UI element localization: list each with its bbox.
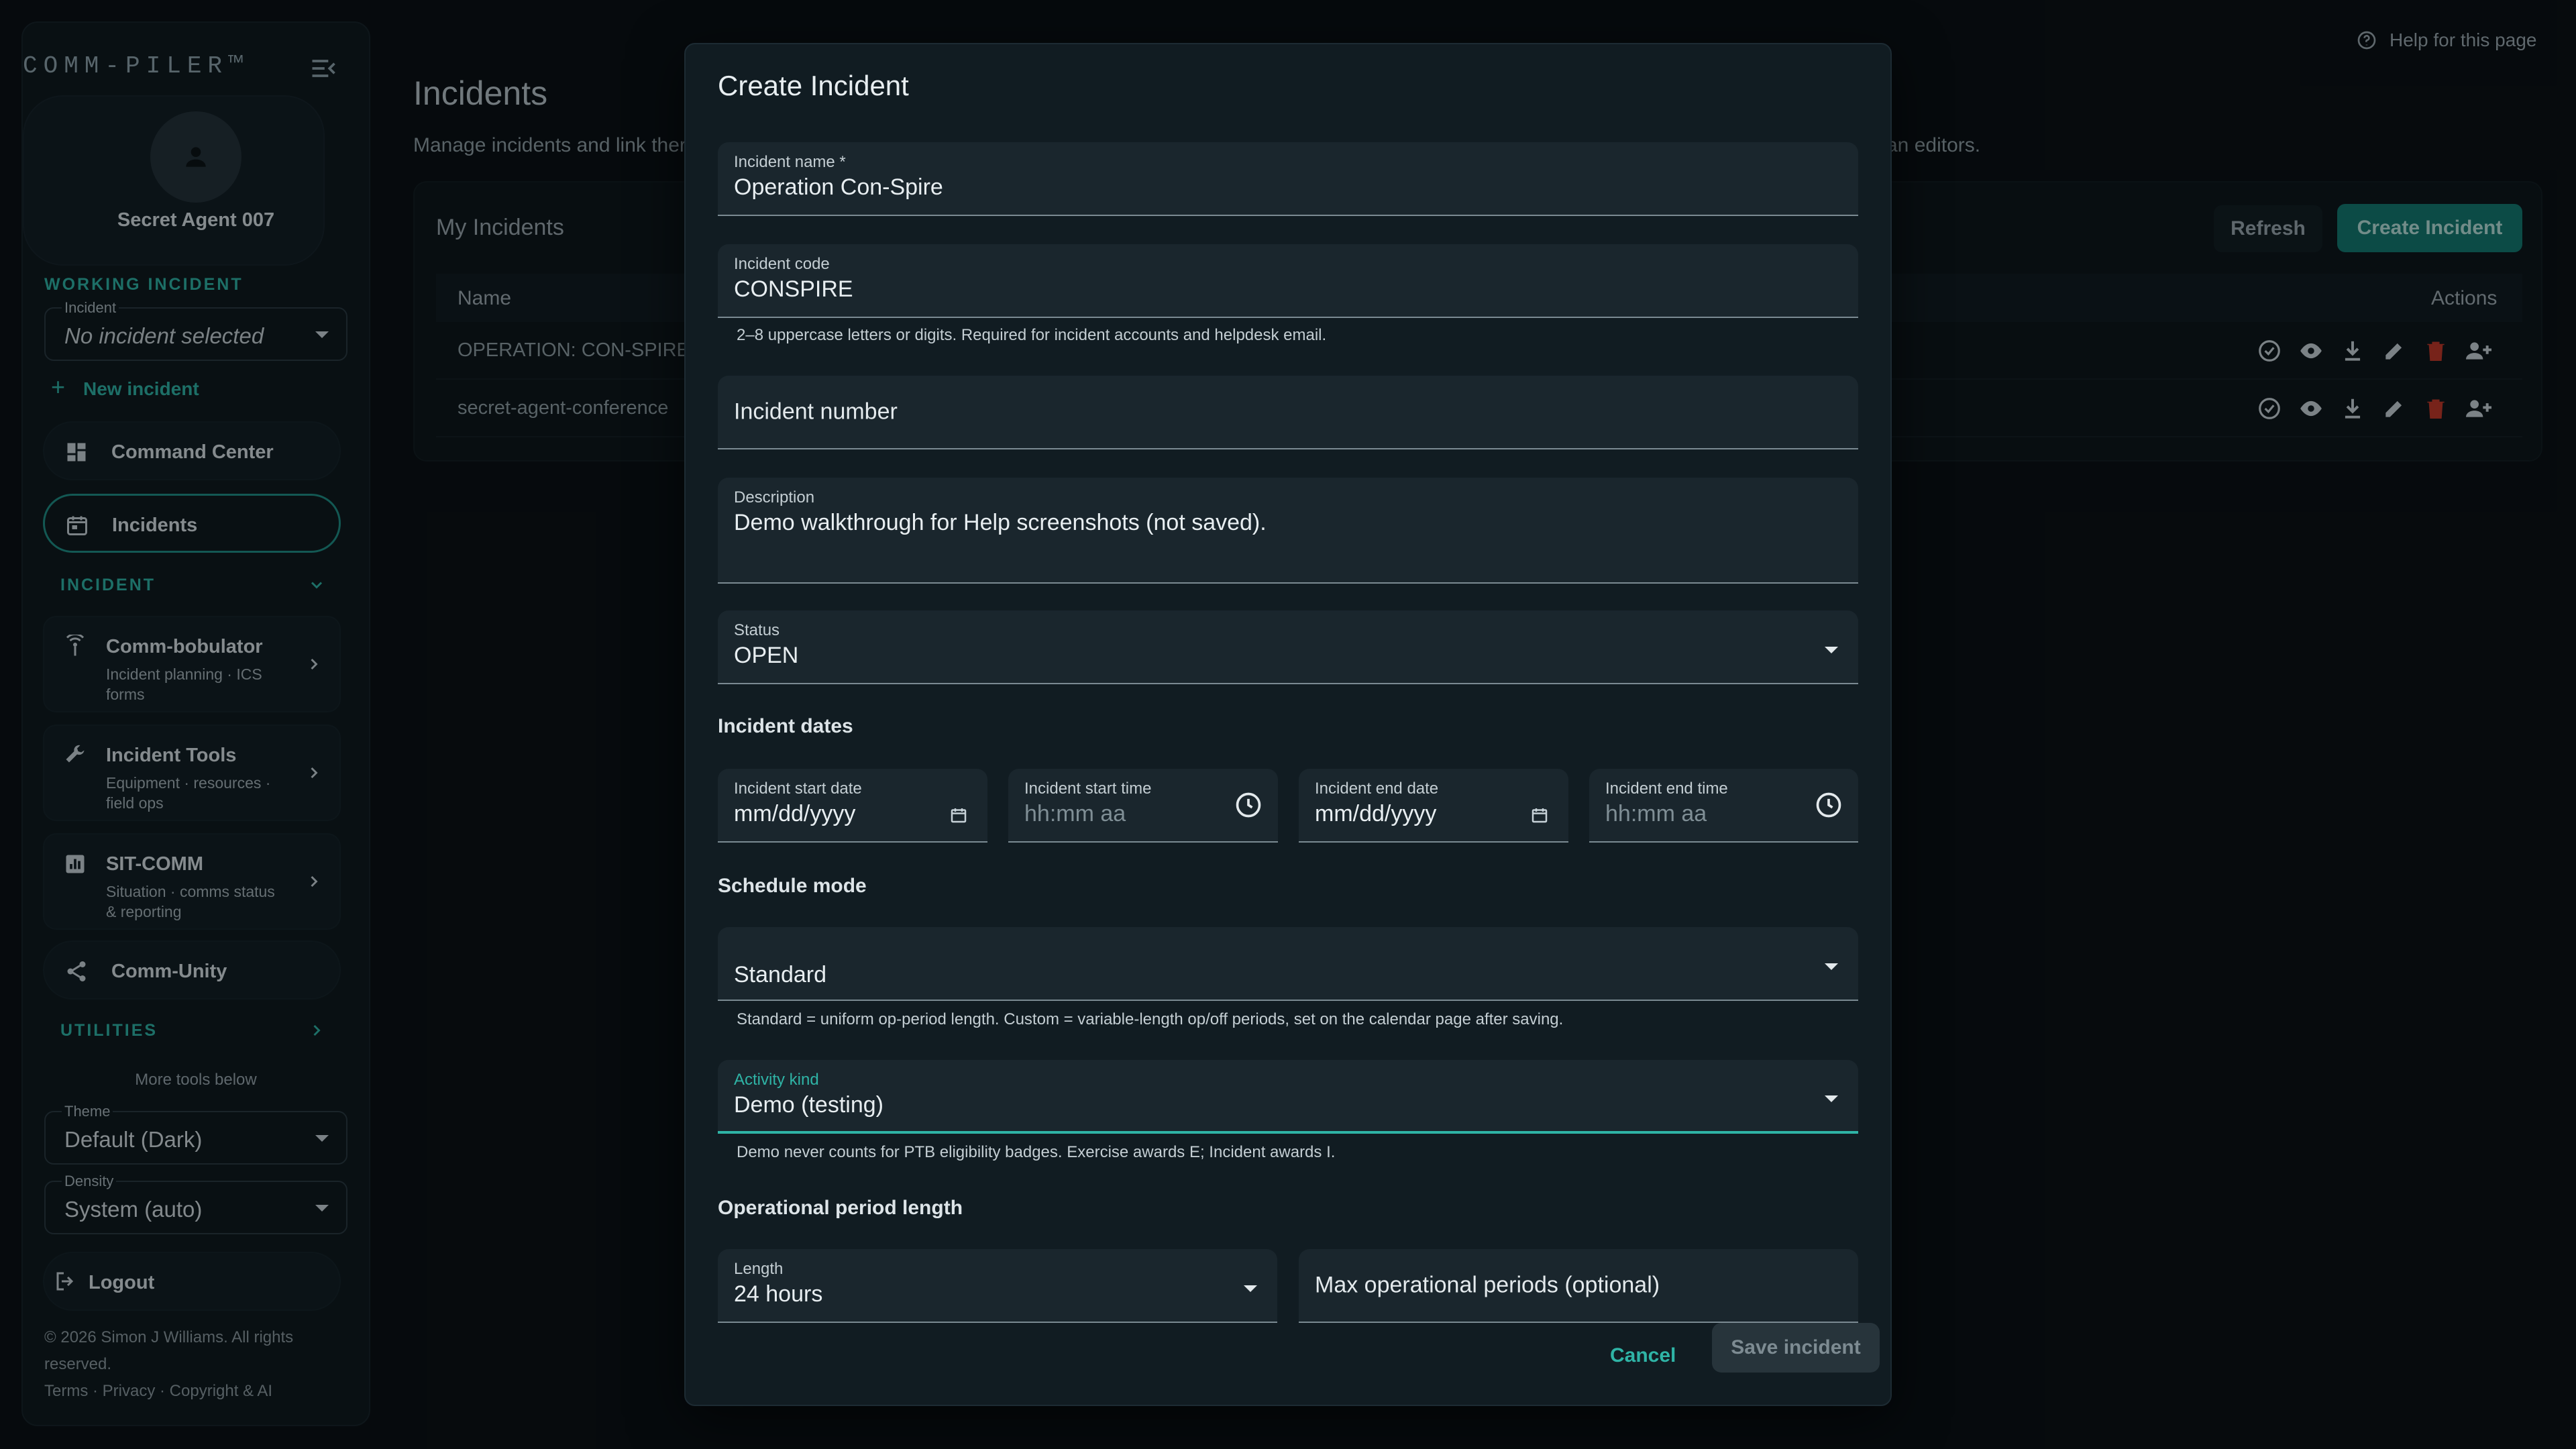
field-placeholder: hh:mm aa [1024,801,1126,826]
calendar-icon[interactable] [949,805,969,825]
field-value: Operation Con-Spire [734,174,943,200]
field-value: Demo (testing) [734,1092,883,1118]
field-label: Incident code [734,255,830,273]
caret-down-icon [1825,963,1838,970]
field-placeholder: hh:mm aa [1605,801,1707,826]
field-label: Length [734,1260,784,1278]
field-placeholder: Incident number [734,398,898,425]
schedule-mode-select[interactable]: Standard [718,927,1858,1001]
save-incident-button[interactable]: Save incident [1712,1323,1880,1373]
end-time-field[interactable]: Incident end time hh:mm aa [1589,769,1858,843]
end-date-field[interactable]: Incident end date mm/dd/yyyy [1299,769,1568,843]
field-label: Incident end date [1315,780,1439,798]
cancel-button[interactable]: Cancel [1610,1344,1676,1367]
incident-code-field[interactable]: Incident code CONSPIRE [718,244,1858,318]
schedule-mode-helper: Standard = uniform op-period length. Cus… [737,1010,1564,1028]
activity-kind-select[interactable]: Activity kind Demo (testing) [718,1060,1858,1134]
field-value: mm/dd/yyyy [1315,801,1437,826]
status-select[interactable]: Status OPEN [718,610,1858,684]
operational-period-heading: Operational period length [718,1197,963,1219]
length-select[interactable]: Length 24 hours [718,1249,1277,1323]
field-label: Incident start time [1024,780,1152,798]
field-value: Standard [734,962,826,987]
clock-icon[interactable] [1234,790,1263,820]
caret-down-icon [1244,1285,1257,1292]
app-root: COMM-PILER™ Secret Agent 007 WORKING INC… [0,0,2576,1449]
field-label: Incident name * [734,153,846,171]
incident-code-helper: 2–8 uppercase letters or digits. Require… [737,326,1327,344]
field-placeholder: Max operational periods (optional) [1315,1272,1660,1298]
dialog-title: Create Incident [718,70,909,101]
field-label: Status [734,621,780,639]
field-value: 24 hours [734,1281,823,1307]
activity-kind-helper: Demo never counts for PTB eligibility ba… [737,1143,1336,1161]
incident-number-field[interactable]: Incident number [718,376,1858,449]
field-label: Incident start date [734,780,862,798]
caret-down-icon [1825,647,1838,653]
clock-icon[interactable] [1814,790,1843,820]
field-value: Demo walkthrough for Help screenshots (n… [734,510,1267,535]
field-value: mm/dd/yyyy [734,801,856,826]
field-label: Activity kind [734,1071,819,1089]
field-label: Incident end time [1605,780,1728,798]
description-field[interactable]: Description Demo walkthrough for Help sc… [718,478,1858,584]
max-periods-field[interactable]: Max operational periods (optional) [1299,1249,1858,1323]
field-label: Description [734,488,815,506]
schedule-mode-heading: Schedule mode [718,875,867,897]
start-date-field[interactable]: Incident start date mm/dd/yyyy [718,769,987,843]
incident-dates-heading: Incident dates [718,715,853,737]
incident-name-field[interactable]: Incident name * Operation Con-Spire [718,142,1858,216]
caret-down-icon [1825,1095,1838,1102]
field-value: OPEN [734,643,799,668]
field-value: CONSPIRE [734,276,853,302]
calendar-icon[interactable] [1529,805,1550,825]
start-time-field[interactable]: Incident start time hh:mm aa [1008,769,1278,843]
